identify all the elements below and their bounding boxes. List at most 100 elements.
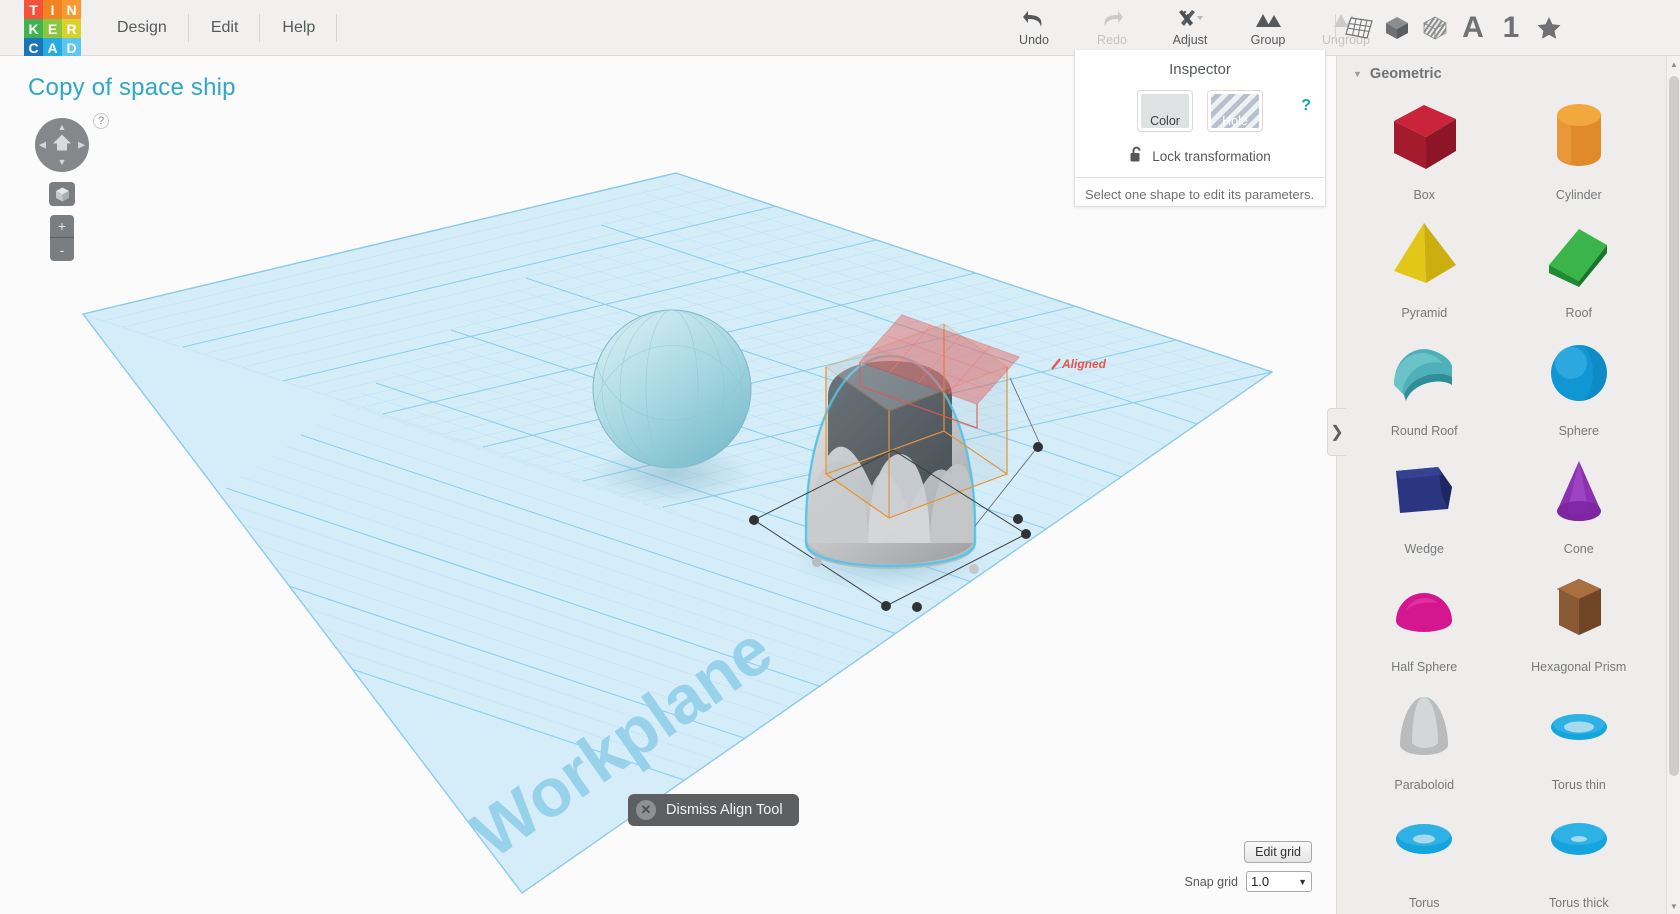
shape-item-half-sphere[interactable]: Half Sphere: [1347, 560, 1502, 678]
home-icon[interactable]: [51, 133, 73, 158]
shape-label-paraboloid: Paraboloid: [1394, 778, 1455, 792]
menu-label-help: Help: [282, 19, 316, 36]
hole-box-icon[interactable]: [1416, 0, 1454, 56]
shape-item-box[interactable]: Box: [1347, 88, 1502, 206]
group-icon: [1253, 9, 1283, 31]
paraboloid-shape-icon: [1347, 678, 1502, 776]
view-navigation-disc[interactable]: ▲ ▼ ◀ ▶: [35, 118, 89, 172]
nav-left-icon[interactable]: ◀: [39, 140, 46, 150]
cone-shape-icon: [1502, 442, 1657, 540]
shape-label-torus-thick: Torus thick: [1548, 896, 1609, 910]
zoom-controls: + -: [50, 215, 74, 261]
round-roof-shape-icon: [1347, 324, 1502, 422]
adjust-button[interactable]: Adjust: [1151, 0, 1229, 56]
shape-label-wedge: Wedge: [1404, 542, 1444, 556]
dismiss-align-tool-label: Dismiss Align Tool: [666, 802, 783, 818]
chevron-down-icon: ▼: [1353, 69, 1362, 79]
fit-view-cube-icon[interactable]: [49, 182, 75, 206]
redo-button[interactable]: Redo: [1073, 0, 1151, 56]
shape-item-torus-thick[interactable]: Torus thick: [1502, 796, 1657, 914]
edit-grid-button[interactable]: Edit grid: [1244, 841, 1312, 863]
toolbar-tools: Undo Redo Adjust Group Ungroup: [995, 0, 1385, 56]
inspector-panel: Inspector ? Color Hole Lock transformati…: [1074, 50, 1326, 207]
shapes-category-header[interactable]: ▼ Geometric: [1337, 56, 1666, 88]
shape-item-pyramid[interactable]: Pyramid: [1347, 206, 1502, 324]
shape-label-box: Box: [1413, 188, 1436, 202]
shape-item-torus-thin[interactable]: Torus thin: [1502, 678, 1657, 796]
menu-item-design[interactable]: Design: [95, 0, 189, 56]
shape-item-cone[interactable]: Cone: [1502, 442, 1657, 560]
pyramid-shape-icon: [1347, 206, 1502, 304]
color-swatch-button[interactable]: Color: [1137, 90, 1193, 132]
shape-item-torus[interactable]: Torus: [1347, 796, 1502, 914]
logo-tile-5: R: [62, 19, 81, 38]
favorites-star-icon[interactable]: [1530, 0, 1568, 56]
panel-collapse-toggle[interactable]: ❯: [1327, 408, 1346, 456]
snap-grid-row: Snap grid 1.0 ▼: [1184, 871, 1312, 892]
adjust-label: Adjust: [1172, 33, 1208, 47]
redo-label: Redo: [1097, 33, 1127, 47]
scroll-up-icon[interactable]: ▲: [1667, 56, 1680, 72]
tinkercad-app: T I N K E R C A D Design Edit Help Undo …: [0, 0, 1680, 914]
hole-swatch-button[interactable]: Hole: [1207, 90, 1263, 132]
tinkercad-logo[interactable]: T I N K E R C A D: [24, 0, 81, 57]
snap-grid-select[interactable]: 1.0 ▼: [1246, 871, 1312, 892]
shape-item-round-roof[interactable]: Round Roof: [1347, 324, 1502, 442]
shape-label-half-sphere: Half Sphere: [1391, 660, 1458, 674]
close-circle-icon: ✕: [636, 800, 656, 820]
redo-icon: [1099, 9, 1125, 31]
shape-item-cylinder[interactable]: Cylinder: [1502, 88, 1657, 206]
dismiss-align-tool-button[interactable]: ✕ Dismiss Align Tool: [628, 794, 799, 826]
inspector-swatches: Color Hole: [1075, 90, 1325, 132]
lock-transformation-label: Lock transformation: [1152, 148, 1271, 164]
undo-button[interactable]: Undo: [995, 0, 1073, 56]
adjust-icon: [1175, 9, 1205, 31]
shape-label-round-roof: Round Roof: [1390, 424, 1458, 438]
shape-item-wedge[interactable]: Wedge: [1347, 442, 1502, 560]
half-sphere-shape-icon: [1347, 560, 1502, 658]
logo-tile-0: T: [24, 0, 43, 19]
scrollbar-thumb[interactable]: [1669, 76, 1679, 776]
nav-down-icon[interactable]: ▼: [58, 158, 67, 167]
nav-up-icon[interactable]: ▲: [58, 123, 67, 132]
shapes-panel-scrollbar[interactable]: ▲ ▼: [1666, 56, 1680, 914]
shape-item-paraboloid[interactable]: Paraboloid: [1347, 678, 1502, 796]
shapes-panel: ▼ Geometric Box Cylinder Pyramid Roof Ro…: [1336, 56, 1666, 914]
main-menu: Design Edit Help: [95, 0, 338, 56]
zoom-out-button[interactable]: -: [50, 238, 74, 261]
shape-item-sphere[interactable]: Sphere: [1502, 324, 1657, 442]
zoom-in-button[interactable]: +: [50, 215, 74, 238]
shapes-category-label: Geometric: [1369, 66, 1442, 82]
shape-label-sphere: Sphere: [1558, 424, 1599, 438]
text-tool-icon[interactable]: A: [1454, 0, 1492, 56]
group-button[interactable]: Group: [1229, 0, 1307, 56]
snap-grid-value: 1.0: [1251, 874, 1270, 889]
inspector-title: Inspector: [1169, 61, 1231, 78]
shape-label-pyramid: Pyramid: [1401, 306, 1448, 320]
shape-label-torus: Torus: [1408, 896, 1440, 910]
menu-label-edit: Edit: [210, 19, 239, 36]
shape-label-hexagonal-prism: Hexagonal Prism: [1531, 660, 1627, 674]
menu-label-design: Design: [117, 19, 167, 36]
nav-right-icon[interactable]: ▶: [78, 140, 85, 150]
menu-item-edit[interactable]: Edit: [189, 0, 261, 56]
text-tool-label: A: [1462, 11, 1484, 44]
unlock-icon: [1129, 146, 1144, 166]
sphere-shape-icon: [1502, 324, 1657, 422]
number-tool-icon[interactable]: 1: [1492, 0, 1530, 56]
torus-thick-shape-icon: [1502, 796, 1657, 894]
menu-item-help[interactable]: Help: [260, 0, 338, 56]
lock-transformation-toggle[interactable]: Lock transformation: [1075, 146, 1325, 166]
snap-grid-label: Snap grid: [1184, 874, 1238, 889]
solid-box-icon[interactable]: [1378, 0, 1416, 56]
shape-item-roof[interactable]: Roof: [1502, 206, 1657, 324]
shape-item-hexagonal-prism[interactable]: Hexagonal Prism: [1502, 560, 1657, 678]
inspector-help-icon[interactable]: ?: [1301, 97, 1311, 115]
workplane-icon[interactable]: [1340, 0, 1378, 56]
document-title[interactable]: Copy of space ship: [28, 74, 236, 102]
undo-icon: [1021, 9, 1047, 31]
undo-label: Undo: [1019, 33, 1049, 47]
wedge-shape-icon: [1347, 442, 1502, 540]
scroll-down-icon[interactable]: ▼: [1667, 898, 1680, 914]
viewport-help-badge[interactable]: ?: [93, 113, 109, 129]
